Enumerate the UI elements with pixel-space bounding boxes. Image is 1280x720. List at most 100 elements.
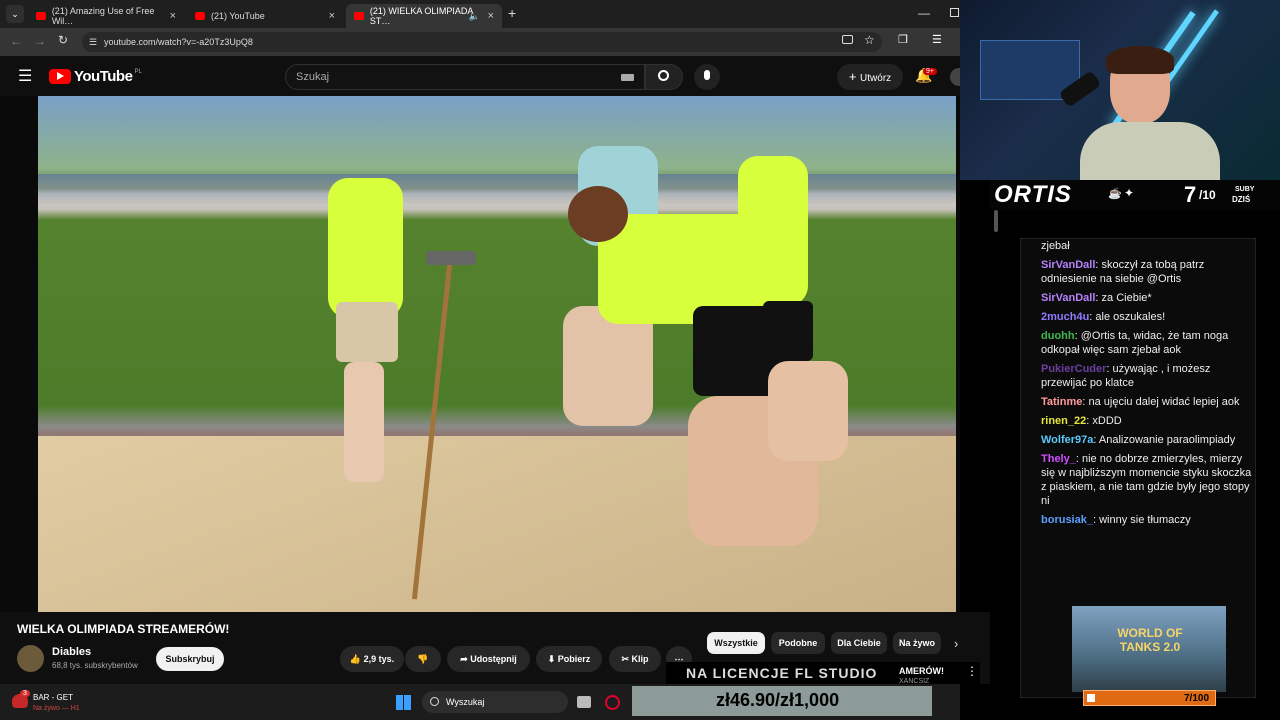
person-center-head [568,186,628,242]
search-placeholder: Szukaj [296,71,330,83]
ad-progress-fill [1087,694,1095,702]
more-icon[interactable]: ⋮ [966,664,978,678]
tab-2[interactable]: (21) YouTube × [187,4,343,28]
license-strip: NA LICENCJE FL STUDIO AMERÓW! XANCSIZ ⋮ [666,662,980,685]
donation-amount: zł46.90/zł1,000 [716,690,840,710]
reload-icon[interactable]: ↻ [58,33,68,47]
channel-name[interactable]: Diables [52,646,91,658]
create-button[interactable]: + Utwórz [837,64,903,90]
chat-username[interactable]: SirVanDall [1041,292,1095,304]
youtube-favicon-icon [36,12,46,20]
site-info-icon[interactable]: ☰ [89,32,97,52]
new-tab-button[interactable]: + [508,5,516,21]
clip-button[interactable]: ✂ Klip [609,646,661,672]
chat-username[interactable]: PukierCuder [1041,363,1106,375]
download-button[interactable]: ⬇ Pobierz [536,646,602,672]
person-left-shorts [336,302,398,362]
hamburger-menu-icon[interactable]: ☰ [18,66,32,86]
menu-icon[interactable]: ☰ [932,33,942,46]
chat-text: winny sie tłumaczy [1099,514,1191,526]
tab-1[interactable]: (21) Amazing Use of Free Wil… × [28,4,184,28]
url-text: youtube.com/watch?v=-a20Tz3UpQ8 [104,37,253,47]
search-input[interactable]: Szukaj [285,64,645,90]
chat-username[interactable]: duohh [1041,330,1075,342]
subscriber-count: 68,8 tys. subskrybentów [52,661,138,670]
tab-label: (21) Amazing Use of Free Wil… [51,6,155,26]
share-button[interactable]: ➦ Udostępnij [447,646,530,672]
subscribe-button[interactable]: Subskrybuj [156,647,224,671]
like-button[interactable]: 👍 2,9 tys. [340,646,404,672]
create-label: Utwórz [860,73,892,84]
url-field[interactable]: ☰ youtube.com/watch?v=-a20Tz3UpQ8 [82,32,882,52]
streamer-hair [1106,46,1174,74]
keyboard-icon[interactable] [621,74,634,81]
chat-username[interactable]: borusiak_ [1041,514,1093,526]
task-view-icon[interactable] [577,696,591,708]
subs-count: 7 [1184,182,1197,207]
youtube-favicon-icon [354,12,364,20]
person-back-legs [563,306,653,426]
person-right [738,156,808,306]
search-button[interactable] [645,64,683,90]
stadium-stand [38,174,956,204]
video-frame[interactable] [38,96,956,612]
avatar[interactable] [950,68,960,86]
notification-badge: 9+ [923,68,937,75]
tab-search-button[interactable]: ⌄ [6,5,24,23]
taskbar-search-input[interactable]: Wyszukaj [422,691,568,713]
streamer-body [1080,122,1220,180]
side-text-1: AMERÓW! [899,666,944,676]
close-tab-icon[interactable]: × [488,10,494,22]
thumbs-down-icon: 👎 [417,654,429,664]
chip-related[interactable]: Podobne [771,632,825,654]
address-bar-row: ← → ↻ ☰ youtube.com/watch?v=-a20Tz3UpQ8 … [0,28,960,56]
windows-start-icon[interactable] [396,695,411,710]
chip-live[interactable]: Na żywo [893,632,941,654]
chat-username[interactable]: Thely_ [1041,453,1076,465]
chip-for-you[interactable]: Dla Ciebie [831,632,887,654]
chat-username[interactable]: SirVanDall [1041,259,1095,271]
youtube-logo[interactable]: YouTube PL [49,68,142,85]
back-icon[interactable]: ← [10,34,22,48]
chat-username[interactable]: rinen_22 [1041,415,1086,427]
dislike-button[interactable]: 👎 [405,646,441,672]
chat-scrollbar[interactable] [994,210,998,232]
person-right-legs [768,361,848,461]
rake-head [426,251,476,265]
share-icon: ➦ [460,654,471,664]
close-tab-icon[interactable]: × [170,10,176,22]
plus-icon: + [848,69,861,84]
thumbs-up-icon: 👍 [349,654,364,664]
channel-avatar[interactable] [17,645,44,672]
subs-label-2: DZIŚ [1232,195,1251,204]
video-title: WIELKA OLIMPIADA STREAMERÓW! [17,622,230,636]
donation-goal-banner: zł46.90/zł1,000 [632,686,932,716]
opera-browser-icon[interactable] [605,695,620,710]
minimize-icon[interactable]: — [918,6,930,20]
download-label: Pobierz [557,654,591,664]
chevron-right-icon[interactable]: › [954,636,958,651]
chat-username[interactable]: Tatinme [1041,396,1082,408]
twitter-icon: ✦ [1124,186,1135,200]
region-code: PL [134,68,142,75]
youtube-play-icon [49,69,71,84]
license-text: NA LICENCJE FL STUDIO [686,665,878,681]
subs-total: /10 [1199,188,1216,202]
speaker-icon[interactable]: 🔈 [469,11,480,22]
voice-search-button[interactable] [694,64,720,90]
forward-icon[interactable]: → [34,34,46,48]
chip-all[interactable]: Wszystkie [707,632,765,654]
tab-3-active[interactable]: (21) WIELKA OLIMPIADA ST… 🔈 × [346,4,502,28]
close-tab-icon[interactable]: × [329,10,335,22]
maximize-icon[interactable] [950,8,959,17]
bookmark-star-icon[interactable]: ☆ [864,33,875,47]
chat-username[interactable]: Wolfer97a [1041,434,1093,446]
scissors-icon: ✂ [621,654,632,664]
chat-text: na ujęciu dalej widać lepiej aok [1088,396,1240,408]
ad-progress-bar: 7/100 [1083,690,1216,706]
chat-username[interactable]: 2much4u [1041,311,1089,323]
live-title: BAR - GET [33,693,74,702]
extensions-icon[interactable]: ❐ [898,33,908,46]
install-app-icon[interactable] [842,35,853,44]
chat-text: Analizowanie paraolimpiady [1098,434,1236,446]
